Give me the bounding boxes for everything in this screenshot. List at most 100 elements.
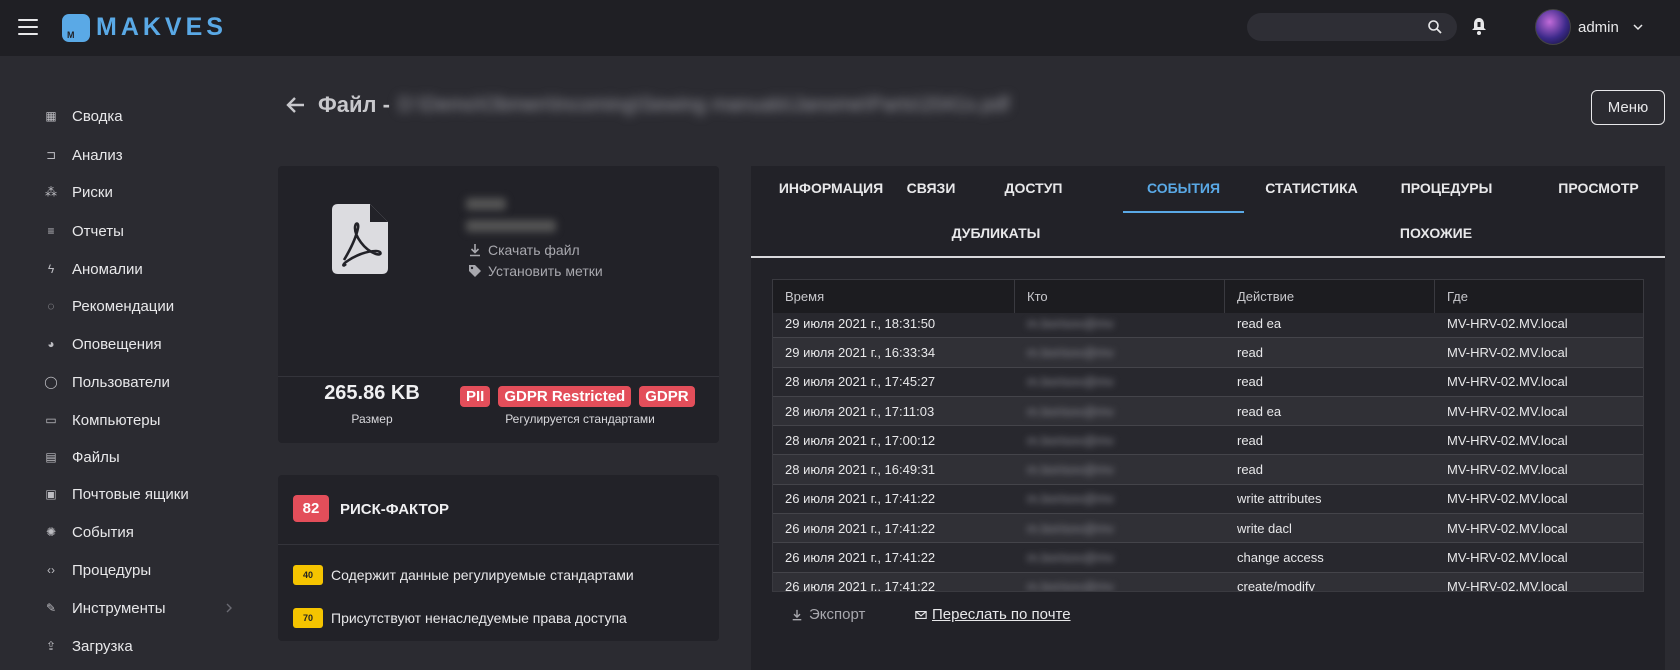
chevron-right-icon[interactable]	[224, 603, 234, 613]
export-button[interactable]: Экспорт	[791, 606, 865, 623]
table-row[interactable]: 26 июля 2021 г., 17:41:22 m.borisov@mv cre…	[773, 571, 1643, 592]
reports-icon: ≡	[47, 224, 55, 238]
risk-card: 82 РИСК-ФАКТОР 40 Содержит данные регули…	[278, 475, 719, 641]
sidebar-item-label: Процедуры	[72, 561, 152, 579]
sidebar-item-label: Рекомендации	[72, 297, 175, 315]
set-tags-label: Установить метки	[488, 263, 603, 279]
compliance-badge: GDPR	[639, 386, 695, 407]
table-row[interactable]: 28 июля 2021 г., 17:45:27 m.borisov@mv rea…	[773, 366, 1643, 396]
sidebar-item[interactable]: ϟ Аномалии	[44, 258, 143, 280]
action-cell: write attributes	[1237, 491, 1322, 507]
table-row[interactable]: 26 июля 2021 г., 17:41:22 m.borisov@mv wri…	[773, 513, 1643, 543]
tab[interactable]: СВЯЗИ	[886, 180, 976, 196]
tab[interactable]: СОБЫТИЯ	[1123, 180, 1244, 196]
column-header[interactable]: Где	[1435, 280, 1643, 313]
time-cell: 29 июля 2021 г., 18:31:50	[785, 315, 936, 331]
tab[interactable]: ПРОСМОТР	[1531, 180, 1666, 196]
user-cell: m.borisov@mv	[1027, 550, 1114, 566]
export-label: Экспорт	[809, 606, 866, 623]
user-cell: m.borisov@mv	[1027, 520, 1114, 536]
risk-score-badge: 82	[293, 495, 329, 522]
host-cell: MV-HRV-02.MV.local	[1447, 432, 1568, 448]
host-cell: MV-HRV-02.MV.local	[1447, 520, 1568, 536]
sidebar-item-label: Инструменты	[72, 599, 166, 617]
action-cell: read ea	[1237, 403, 1282, 419]
column-header[interactable]: Действие	[1225, 280, 1435, 313]
sidebar-item-label: Риски	[72, 183, 113, 201]
time-cell: 26 июля 2021 г., 17:41:22	[785, 520, 936, 536]
table-row[interactable]: 28 июля 2021 г., 17:00:12 m.borisov@mv rea…	[773, 425, 1643, 455]
table-body: 29 июля 2021 г., 18:31:50 m.borisov@mv rea…	[773, 308, 1643, 592]
search-icon[interactable]	[1427, 19, 1443, 35]
sidebar-item[interactable]: ✺ События	[44, 521, 134, 543]
table-row[interactable]: 26 июля 2021 г., 17:41:22 m.borisov@mv wri…	[773, 483, 1643, 514]
tab[interactable]: ПОХОЖИЕ	[1331, 225, 1541, 241]
sidebar-item[interactable]: ◕ Оповещения	[44, 333, 161, 355]
pdf-file-icon	[332, 204, 388, 274]
sidebar-item[interactable]: ▦ Сводка	[44, 105, 122, 127]
sidebar-item-label: Почтовые ящики	[72, 485, 189, 503]
risk-item-score: 40	[293, 565, 323, 585]
hamburger-menu-icon[interactable]	[18, 17, 38, 37]
page-title: Файл -	[318, 92, 390, 117]
sidebar-item[interactable]: ▣ Почтовые ящики	[44, 483, 189, 505]
alerts-icon: ◕	[47, 337, 55, 351]
time-cell: 26 июля 2021 г., 17:41:22	[785, 579, 936, 592]
risk-item: 70 Присутствуют ненаследуемые права дост…	[293, 608, 627, 628]
set-tags-link[interactable]: Установить метки	[468, 263, 603, 279]
user-cell: m.borisov@mv	[1027, 344, 1114, 360]
mailbox-icon: ▣	[45, 487, 57, 501]
sidebar-item[interactable]: ◯ Пользователи	[44, 371, 170, 393]
sidebar-item[interactable]: ▤ Файлы	[44, 446, 119, 468]
column-header[interactable]: Время	[773, 280, 1015, 313]
tab[interactable]: ДУБЛИКАТЫ	[891, 225, 1101, 241]
table-row[interactable]: 29 июля 2021 г., 16:33:34 m.borisov@mv rea…	[773, 337, 1643, 367]
file-meta-blurred	[466, 198, 506, 210]
time-cell: 26 июля 2021 г., 17:41:22	[785, 491, 936, 507]
table-row[interactable]: 26 июля 2021 г., 17:41:22 m.borisov@mv cha…	[773, 542, 1643, 572]
table-row[interactable]: 28 июля 2021 г., 16:49:31 m.borisov@mv rea…	[773, 454, 1643, 484]
risk-item: 40 Содержит данные регулируемые стандарт…	[293, 565, 634, 585]
logo-mark-icon	[62, 13, 90, 42]
sidebar-item[interactable]: ✎ Инструменты	[44, 597, 166, 619]
dashboard-icon: ▦	[45, 109, 57, 123]
sidebar-item[interactable]: ⇪ Загрузка	[44, 635, 133, 657]
table-row[interactable]: 28 июля 2021 г., 17:11:03 m.borisov@mv rea…	[773, 395, 1643, 426]
sidebar-item[interactable]: ‹› Процедуры	[44, 559, 151, 581]
download-file-label: Скачать файл	[488, 242, 580, 258]
compliance-badge: GDPR Restricted	[498, 386, 632, 407]
sidebar-item[interactable]: ⊐ Анализ	[44, 144, 123, 166]
host-cell: MV-HRV-02.MV.local	[1447, 344, 1568, 360]
user-name[interactable]: admin	[1578, 19, 1619, 36]
download-icon	[792, 609, 802, 620]
sidebar-item[interactable]: ▭ Компьютеры	[44, 409, 160, 431]
divider	[278, 544, 719, 545]
compliance-badge: PII	[460, 386, 491, 407]
sidebar-item[interactable]: ⁂ Риски	[44, 181, 113, 203]
divider	[278, 376, 719, 377]
tags-icon	[469, 265, 481, 277]
download-file-link[interactable]: Скачать файл	[468, 242, 580, 258]
tab[interactable]: ПРОЦЕДУРЫ	[1379, 180, 1514, 196]
tab[interactable]: ДОСТУП	[976, 180, 1091, 196]
column-header[interactable]: Кто	[1015, 280, 1225, 313]
events-table[interactable]: 29 июля 2021 г., 18:31:50 m.borisov@mv rea…	[772, 279, 1644, 592]
table-header: Время Кто Действие Где	[773, 280, 1643, 313]
user-cell: m.borisov@mv	[1027, 491, 1114, 507]
tab[interactable]: СТАТИСТИКА	[1244, 180, 1379, 196]
user-cell: m.borisov@mv	[1027, 579, 1114, 592]
sidebar-item[interactable]: ≡ Отчеты	[44, 220, 123, 242]
menu-button[interactable]: Меню	[1591, 90, 1665, 125]
sidebar-item-label: Пользователи	[72, 373, 170, 391]
sidebar-item[interactable]: ◌ Рекомендации	[44, 295, 174, 317]
email-forward-link[interactable]: Переслать по почте	[915, 606, 1071, 623]
search-input[interactable]	[1247, 13, 1457, 41]
host-cell: MV-HRV-02.MV.local	[1447, 550, 1568, 566]
time-cell: 28 июля 2021 г., 17:00:12	[785, 432, 936, 448]
notification-bell-icon[interactable]	[1470, 16, 1488, 36]
logo[interactable]: MAKVES	[62, 13, 227, 42]
chevron-down-icon[interactable]	[1632, 21, 1644, 33]
back-arrow-icon[interactable]	[284, 93, 308, 117]
avatar[interactable]	[1535, 9, 1571, 45]
page-header: Файл -	[284, 92, 390, 118]
